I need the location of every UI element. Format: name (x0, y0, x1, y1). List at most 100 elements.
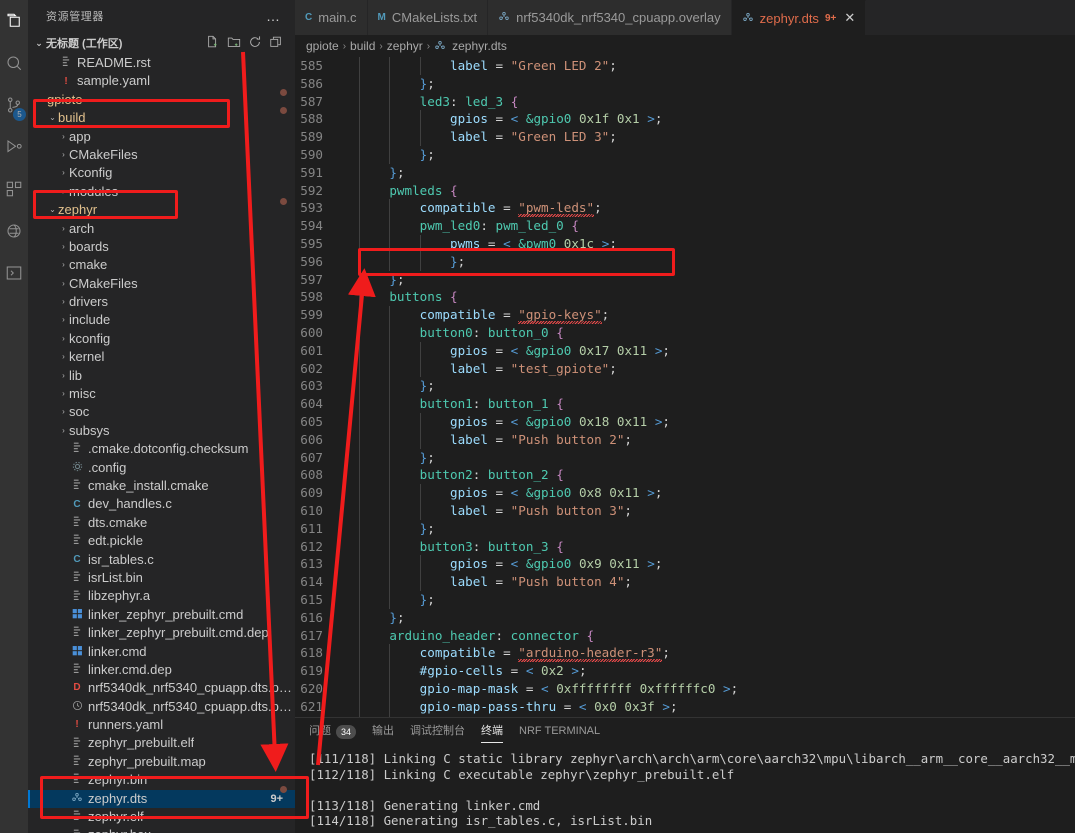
collapse-all-icon[interactable] (269, 35, 283, 52)
editor-tab-main-c[interactable]: Cmain.c (295, 0, 368, 35)
tree-item-runners-yaml[interactable]: ! runners.yaml (28, 716, 295, 734)
tree-item-zephyr-bin[interactable]: zephyr.bin (28, 771, 295, 789)
tree-item-zephyr-elf[interactable]: zephyr.elf (28, 808, 295, 826)
panel-tab-1[interactable]: 输出 (372, 718, 394, 745)
tree-item-nrf5340dk-nrf5340-cpuapp-dts-pre-d[interactable]: Dnrf5340dk_nrf5340_cpuapp.dts.pre.d (28, 679, 295, 697)
panel-tab-bar[interactable]: 问题 34 输出 调试控制台 终端 NRF TERMINAL (295, 718, 1075, 745)
code-line: 603 }; (295, 377, 1075, 396)
tree-item-label: misc (69, 386, 96, 402)
tree-item-label: CMakeFiles (69, 146, 138, 162)
tree-item-zephyr[interactable]: ⌄ zephyr (28, 201, 295, 219)
tree-item-libzephyr-a[interactable]: libzephyr.a (28, 587, 295, 605)
editor-tab-cmakelists-txt[interactable]: M CMakeLists.txt (367, 0, 489, 35)
indent-guide (359, 270, 360, 289)
tree-item-subsys[interactable]: › subsys (28, 422, 295, 440)
source-control-icon[interactable]: 5 (0, 84, 28, 126)
tree-item-linker-cmd[interactable]: linker.cmd (28, 643, 295, 661)
tree-item-zephyr-prebuilt-elf[interactable]: zephyr_prebuilt.elf (28, 734, 295, 752)
line-number: 606 (300, 431, 323, 447)
tree-item-linker-zephyr-prebuilt-cmd[interactable]: linker_zephyr_prebuilt.cmd (28, 606, 295, 624)
refresh-icon[interactable] (248, 35, 262, 52)
tree-item-label: subsys (69, 422, 110, 438)
tree-item-misc[interactable]: › misc (28, 385, 295, 403)
indent-guide (359, 181, 360, 200)
chevron-right-icon: › (62, 131, 65, 141)
editor-tab-zephyr-dts[interactable]: zephyr.dts 9+ ✕ (731, 0, 867, 35)
tree-item-drivers[interactable]: › drivers (28, 293, 295, 311)
tree-item-cmake-install-cmake[interactable]: cmake_install.cmake (28, 477, 295, 495)
tree-item-gpiote[interactable]: ⌄ gpiote (28, 91, 295, 109)
panel-tab-4[interactable]: NRF TERMINAL (519, 718, 600, 745)
tree-item-cmakefiles[interactable]: › CMakeFiles (28, 146, 295, 164)
editor-tab-bar[interactable]: Cmain.c M CMakeLists.txt nrf5340dk_nrf5340_… (295, 0, 1075, 35)
tree-item-nrf5340dk-nrf5340-cpuapp-dts-pre-tmp[interactable]: nrf5340dk_nrf5340_cpuapp.dts.pre.tmp (28, 698, 295, 716)
breadcrumb-part[interactable]: zephyr.dts (452, 39, 507, 53)
testing-icon[interactable] (0, 252, 28, 294)
workspace-section-header[interactable]: ⌄ 无标题 (工作区) (28, 32, 295, 54)
code-token: = (487, 485, 511, 501)
tree-item-kernel[interactable]: › kernel (28, 348, 295, 366)
tree-item--config[interactable]: .config (28, 459, 295, 477)
search-icon[interactable] (0, 42, 28, 84)
file-tree[interactable]: README.rst! sample.yaml ⌄ gpiote ⌄ build › app ›… (28, 54, 295, 833)
tree-item-sample-yaml[interactable]: ! sample.yaml (28, 72, 295, 90)
tree-item--cmake-dotconfig-checksum[interactable]: .cmake.dotconfig.checksum (28, 440, 295, 458)
explorer-icon[interactable] (0, 0, 28, 42)
tree-item-lib[interactable]: › lib (28, 367, 295, 385)
tree-item-kconfig[interactable]: › Kconfig (28, 164, 295, 182)
tree-item-isr-tables-c[interactable]: Cisr_tables.c (28, 551, 295, 569)
tree-item-edt-pickle[interactable]: edt.pickle (28, 532, 295, 550)
tree-item-zephyr-prebuilt-map[interactable]: zephyr_prebuilt.map (28, 753, 295, 771)
tree-item-boards[interactable]: › boards (28, 238, 295, 256)
breadcrumb[interactable]: gpiote › build › zephyr › zephyr.dts (295, 35, 1075, 57)
tree-item-label: include (69, 312, 111, 328)
tree-item-zephyr-hex[interactable]: zephyr.hex (28, 826, 295, 833)
breadcrumb-part[interactable]: gpiote (306, 39, 339, 53)
tree-item-dts-cmake[interactable]: dts.cmake (28, 514, 295, 532)
editor-tab-nrf5340dk-nrf5340-cpuapp-overlay[interactable]: nrf5340dk_nrf5340_cpuapp.overlay (488, 0, 732, 35)
tree-item-app[interactable]: › app (28, 128, 295, 146)
indent-guide (389, 519, 391, 538)
nrf-connect-icon[interactable] (0, 210, 28, 252)
tree-item-linker-cmd-dep[interactable]: linker.cmd.dep (28, 661, 295, 679)
tree-item-kconfig[interactable]: › kconfig (28, 330, 295, 348)
run-and-debug-icon[interactable] (0, 126, 28, 168)
panel-tab-3[interactable]: 终端 (481, 718, 504, 745)
code-text: gpios = < &gpio0 0x17 0x11 >; (341, 341, 670, 360)
code-text: gpios = < &gpio0 0x18 0x11 >; (341, 412, 670, 431)
tree-item-dev-handles-c[interactable]: Cdev_handles.c (28, 495, 295, 513)
line-number: 591 (300, 164, 323, 180)
tree-item-zephyr-dts[interactable]: zephyr.dts 9+ (28, 789, 295, 809)
terminal-output[interactable]: [111/118] Linking C static library zephy… (295, 745, 1075, 833)
new-folder-icon[interactable] (227, 35, 241, 52)
explorer-more-actions-icon[interactable]: … (266, 8, 287, 24)
code-editor[interactable]: 585 label = "Green LED 2"; 586 }; 587 led3… (295, 57, 1075, 717)
tree-item-include[interactable]: › include (28, 311, 295, 329)
tree-item-build[interactable]: ⌄ build (28, 109, 295, 127)
breadcrumb-part[interactable]: build (350, 39, 375, 53)
new-file-icon[interactable] (206, 35, 220, 52)
extensions-icon[interactable] (0, 168, 28, 210)
tree-item-cmakefiles[interactable]: › CMakeFiles (28, 275, 295, 293)
panel-tab-0[interactable]: 问题 34 (309, 718, 357, 745)
tree-item-modules[interactable]: › modules (28, 183, 295, 201)
panel-tab-2[interactable]: 调试控制台 (410, 718, 465, 745)
indent-guide (389, 57, 391, 75)
code-token: = (518, 680, 541, 696)
tree-item-cmake[interactable]: › cmake (28, 256, 295, 274)
tree-item-linker-zephyr-prebuilt-cmd-dep[interactable]: linker_zephyr_prebuilt.cmd.dep (28, 624, 295, 642)
close-icon[interactable]: ✕ (844, 10, 855, 26)
tree-item-readme-rst[interactable]: README.rst (28, 54, 295, 72)
tree-item-isrlist-bin[interactable]: isrList.bin (28, 569, 295, 587)
tree-item-soc[interactable]: › soc (28, 403, 295, 421)
text-file-icon (72, 442, 82, 456)
line-number: 603 (300, 378, 323, 394)
file-icon-wrap (69, 461, 85, 475)
tree-item-arch[interactable]: › arch (28, 220, 295, 238)
breadcrumb-part[interactable]: zephyr (387, 39, 423, 53)
code-token: = (480, 235, 504, 251)
